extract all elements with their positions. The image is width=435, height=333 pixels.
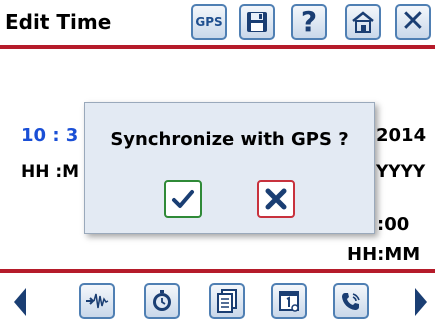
help-button[interactable]: ? [291,4,327,40]
header-divider [0,45,435,49]
offset-value[interactable]: :00 [377,214,409,235]
home-icon [352,11,374,33]
cancel-button[interactable] [257,180,295,218]
date-value-text: 10 : 3 [21,125,79,146]
date-value[interactable]: 10 : 3 [21,125,78,146]
close-button[interactable]: ✕ [395,4,431,40]
checkmark-icon [172,190,194,208]
question-icon: ? [300,5,318,38]
confirm-button[interactable] [164,180,202,218]
documents-button[interactable] [209,283,245,319]
close-icon [265,188,287,210]
year-format-label: YYYY [376,162,426,182]
home-button[interactable] [345,4,381,40]
calendar-button[interactable] [271,283,307,319]
signal-icon [86,293,109,309]
signal-button[interactable] [79,283,115,319]
offset-format-label: HH:MM [347,244,421,265]
phone-button[interactable] [333,283,369,319]
calendar-icon [279,291,299,312]
header-bar: Edit Time GPS ? ✕ [0,0,435,44]
phone-icon [342,293,360,310]
documents-icon [217,289,237,313]
gps-sync-dialog: Synchronize with GPS ? [84,102,375,234]
footer-divider [0,269,435,273]
clock-button[interactable] [144,283,180,319]
next-arrow-icon[interactable] [411,285,431,319]
save-button[interactable] [239,4,275,40]
dialog-message: Synchronize with GPS ? [110,129,349,150]
year-value[interactable]: 2014 [376,125,426,146]
page-title: Edit Time [5,10,112,34]
gps-button[interactable]: GPS [191,4,227,40]
previous-arrow-icon[interactable] [10,285,30,319]
gps-label: GPS [195,15,223,29]
save-icon [247,12,267,32]
close-icon: ✕ [400,4,426,39]
time-format-label: HH :M [21,162,80,182]
clock-icon [153,290,171,311]
